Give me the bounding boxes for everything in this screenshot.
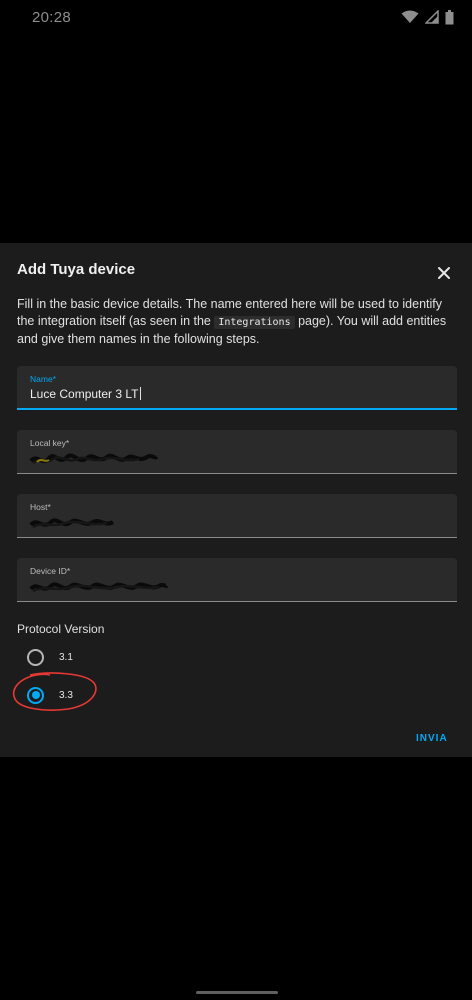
close-button[interactable] [432,261,456,285]
name-field-label: Name* [30,374,56,384]
home-indicator[interactable] [196,991,278,994]
redacted-scribble [29,582,169,593]
radio-label-3-3: 3.3 [59,689,73,701]
name-field[interactable]: Name* Luce Computer 3 LT [17,366,457,410]
local-key-field[interactable]: Local key* [17,430,457,474]
local-key-field-label: Local key* [30,438,70,448]
radio-option-3-1[interactable]: 3.1 [27,647,73,667]
radio-label-3-1: 3.1 [59,651,73,663]
submit-button[interactable]: INVIA [416,733,448,744]
add-device-dialog: Add Tuya device Fill in the basic device… [0,243,472,757]
dialog-title: Add Tuya device [17,261,136,278]
radio-option-3-3[interactable]: 3.3 [27,685,73,705]
close-icon [438,267,450,279]
text-caret [139,387,141,400]
status-icons [401,9,454,25]
device-id-field-label: Device ID* [30,566,71,576]
device-id-field[interactable]: Device ID* [17,558,457,602]
status-bar: 20:28 [0,0,472,34]
name-field-text: Luce Computer 3 LT [30,387,139,401]
radio-button-3-3[interactable] [27,686,44,704]
host-field-label: Host* [30,502,51,512]
host-field[interactable]: Host* [17,494,457,538]
status-time: 20:28 [32,8,72,26]
protocol-version-label: Protocol Version [17,622,105,636]
radio-button-3-1[interactable] [27,648,44,666]
integrations-code: Integrations [214,316,295,329]
wifi-icon [401,10,419,24]
dialog-description: Fill in the basic device details. The na… [17,296,457,348]
signal-icon [425,10,439,24]
name-field-value[interactable]: Luce Computer 3 LT [30,387,141,401]
battery-icon [445,9,454,25]
redacted-scribble [29,518,115,529]
redacted-scribble [29,453,159,464]
